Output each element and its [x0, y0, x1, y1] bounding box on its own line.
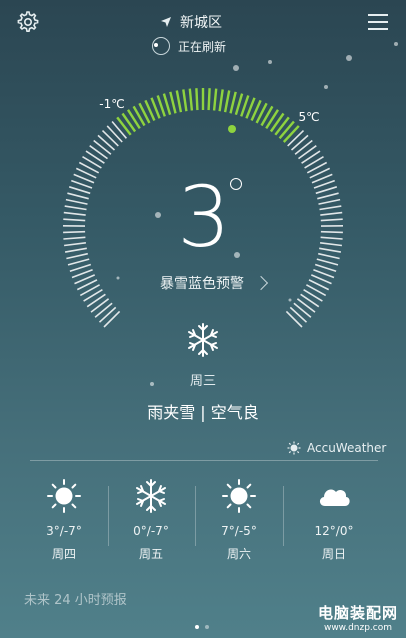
dial-tick — [296, 298, 316, 313]
dial-tick — [103, 310, 121, 328]
dial-low-label: -1℃ — [99, 97, 124, 111]
current-temp-marker — [228, 125, 236, 133]
dial-tick — [285, 310, 303, 328]
cloud-icon — [316, 478, 352, 514]
chevron-right-icon — [253, 275, 269, 291]
current-temp-value: 3 — [177, 168, 230, 266]
snowflake-icon — [185, 322, 221, 358]
dial-tick-range — [274, 116, 290, 136]
sun-icon — [221, 478, 257, 514]
dial-tick-range — [218, 89, 224, 112]
dial-tick — [98, 306, 117, 323]
dial-tick — [293, 302, 312, 318]
dial-tick-range — [229, 91, 237, 114]
current-temperature: 3 — [0, 168, 406, 266]
forecast-weekday: 周四 — [51, 547, 76, 561]
dial-tick-range — [175, 90, 183, 113]
sun-icon — [46, 478, 82, 514]
weather-alert[interactable]: 暴雪蓝色预警 — [160, 273, 269, 293]
dial-tick — [90, 298, 110, 313]
forecast-range: 3°/-7° — [46, 524, 82, 538]
forecast-weekday: 周六 — [226, 547, 251, 561]
dial-tick — [106, 125, 123, 143]
dial-tick — [89, 145, 108, 160]
dial-tick — [97, 134, 116, 151]
forecast-separator — [283, 486, 284, 546]
dial-tick-range — [188, 88, 194, 111]
forecast-range: 7°/-5° — [221, 524, 257, 538]
dial-tick-range — [162, 93, 172, 116]
dial-tick — [298, 145, 317, 160]
page-dot-active — [195, 625, 199, 629]
dial-tick — [85, 150, 105, 164]
dial-tick — [294, 139, 313, 155]
dial-high-label: 5℃ — [298, 110, 319, 124]
provider-badge[interactable]: AccuWeather — [287, 441, 386, 455]
dial-tick — [101, 130, 119, 147]
dial-tick-range — [282, 125, 300, 143]
dial-tick-range — [234, 93, 244, 116]
forecast-day[interactable]: 12°/0° 周日 — [291, 478, 377, 562]
watermark: 电脑装配网 www.dnzp.com — [318, 602, 398, 633]
dial-tick — [86, 293, 106, 308]
dial-tick-range — [223, 90, 231, 113]
forecast-range: 12°/0° — [314, 524, 354, 538]
page-dot — [205, 625, 209, 629]
dial-tick-range — [278, 120, 295, 140]
alert-text: 暴雪蓝色预警 — [160, 276, 244, 292]
dial-tick — [290, 134, 309, 151]
hourly-forecast-link[interactable]: 未来 24 小时预报 — [24, 589, 127, 608]
sun-icon — [287, 441, 301, 455]
dial-tick — [93, 139, 112, 155]
dial-tick — [289, 306, 308, 323]
dial-tick — [94, 302, 113, 318]
degree-symbol — [230, 178, 242, 190]
forecast-weekday: 周五 — [138, 547, 163, 561]
page-indicator — [195, 625, 209, 629]
forecast-day[interactable]: 3°/-7° 周四 — [21, 478, 107, 562]
dial-tick-range — [212, 88, 218, 111]
watermark-url: www.dnzp.com — [323, 623, 393, 633]
dial-tick — [287, 130, 305, 147]
dial-tick — [111, 120, 128, 139]
forecast-weekday: 周日 — [321, 547, 346, 561]
provider-name: AccuWeather — [307, 441, 387, 455]
today-weekday: 周三 — [189, 374, 216, 389]
dial-tick-range — [116, 116, 132, 136]
section-divider — [30, 460, 378, 461]
dial-tick-range — [207, 88, 211, 111]
forecast-day[interactable]: 0°/-7° 周五 — [108, 478, 194, 562]
dial-tick — [300, 293, 320, 308]
forecast-range: 0°/-7° — [133, 524, 169, 538]
forecast-day[interactable]: 7°/-5° 周六 — [196, 478, 282, 562]
snowflake-icon — [133, 478, 169, 514]
watermark-title: 电脑装配网 — [317, 604, 398, 622]
today-condition: 雨夹雪 | 空气良 — [147, 403, 259, 422]
dial-tick — [301, 150, 321, 164]
dial-tick-range — [195, 88, 199, 111]
dial-tick-range — [182, 89, 188, 112]
dial-tick-range — [169, 91, 177, 114]
